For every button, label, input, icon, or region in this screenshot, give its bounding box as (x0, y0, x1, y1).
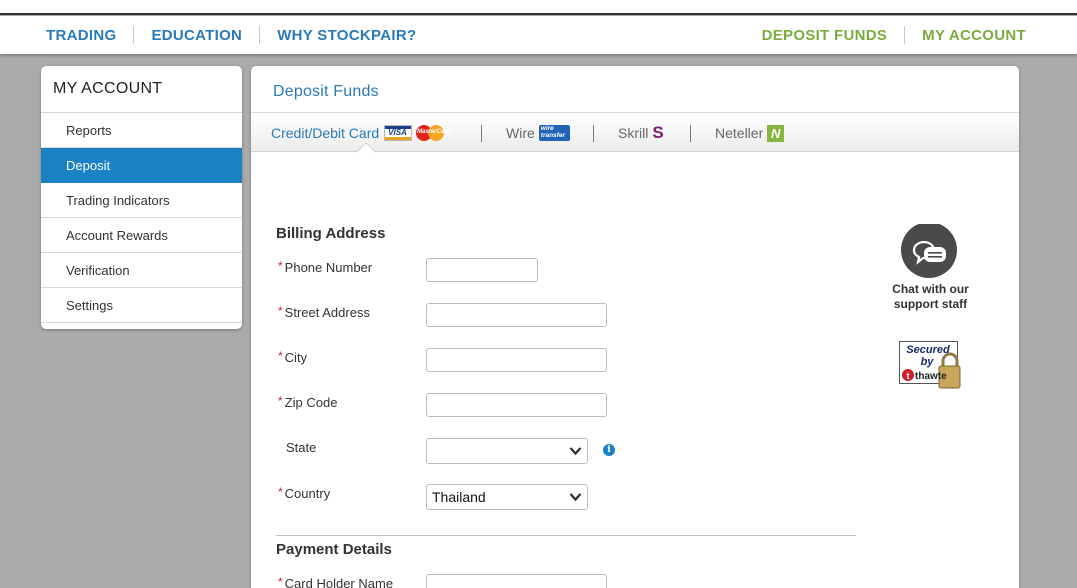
required-mark: * (278, 394, 283, 408)
sidebar-item-trading-indicators[interactable]: Trading Indicators (41, 183, 242, 218)
sidebar-item-settings[interactable]: Settings (41, 288, 242, 323)
chat-bubble-icon[interactable] (900, 224, 958, 278)
nav-trading[interactable]: TRADING (46, 27, 116, 44)
account-menu: DEPOSIT FUNDS MY ACCOUNT (762, 16, 1026, 54)
sidebar-item-account-rewards[interactable]: Account Rewards (41, 218, 242, 253)
sidebar-item-verification[interactable]: Verification (41, 253, 242, 288)
tab-neteller[interactable]: Neteller N (715, 113, 785, 153)
required-mark: * (278, 485, 283, 499)
chat-support-link[interactable]: Chat with our support staff (875, 282, 986, 312)
info-icon[interactable]: i (603, 444, 615, 456)
svg-text:by: by (921, 356, 935, 368)
tab-separator (593, 125, 594, 142)
account-sidebar: MY ACCOUNT Reports Deposit Trading Indic… (41, 66, 242, 329)
street-address-label: * Street Address (278, 304, 370, 320)
card-holder-name-label: * Card Holder Name (278, 575, 394, 588)
nav-education[interactable]: EDUCATION (151, 27, 242, 44)
state-select[interactable] (426, 438, 588, 464)
wire-transfer-icon: wire transfer (538, 125, 570, 141)
chevron-down-icon (569, 493, 582, 502)
tab-wire[interactable]: Wire wire transfer (506, 113, 570, 153)
mastercard-icon: MasterCard (415, 125, 450, 141)
nav-my-account[interactable]: MY ACCOUNT (922, 27, 1026, 44)
tab-label: Neteller (715, 125, 764, 141)
nav-separator (259, 26, 261, 44)
required-mark: * (278, 349, 283, 363)
sidebar-item-deposit[interactable]: Deposit (41, 148, 242, 183)
phone-number-label: * Phone Number (278, 259, 373, 275)
nav-separator (904, 26, 906, 44)
neteller-icon: N (767, 124, 785, 142)
top-navigation: TRADING EDUCATION WHY STOCKPAIR? DEPOSIT… (0, 16, 1077, 54)
card-holder-name-input[interactable] (426, 574, 607, 588)
tab-separator (690, 125, 691, 142)
nav-why-stockpair[interactable]: WHY STOCKPAIR? (277, 27, 416, 44)
svg-text:Secured: Secured (906, 344, 950, 356)
sidebar-item-reports[interactable]: Reports (41, 113, 242, 148)
payment-details-heading: Payment Details (276, 541, 392, 558)
top-strip (0, 0, 1077, 15)
tab-credit-debit-card[interactable]: Credit/Debit Card VISA MasterCard (271, 113, 450, 153)
nav-deposit-funds[interactable]: DEPOSIT FUNDS (762, 27, 888, 44)
country-select[interactable]: Thailand (426, 484, 588, 510)
tab-separator (481, 125, 482, 142)
main-menu: TRADING EDUCATION WHY STOCKPAIR? (46, 16, 416, 54)
svg-text:thawte: thawte (915, 371, 947, 382)
tab-label: Skrill (618, 125, 649, 141)
nav-separator (133, 26, 135, 44)
required-mark: * (278, 304, 283, 318)
sidebar-title: MY ACCOUNT (41, 66, 242, 113)
skrill-icon: S (652, 123, 664, 142)
tab-skrill[interactable]: Skrill S (618, 113, 664, 153)
page-title: Deposit Funds (273, 83, 379, 100)
chevron-down-icon (569, 447, 582, 456)
billing-address-heading: Billing Address (276, 225, 386, 242)
street-address-input[interactable] (426, 303, 607, 327)
tab-label: Wire (506, 125, 535, 141)
section-divider (276, 535, 856, 536)
svg-text:t: t (907, 371, 910, 381)
tab-label: Credit/Debit Card (271, 125, 380, 141)
country-label: * Country (278, 485, 331, 501)
required-mark: * (278, 575, 283, 588)
city-label: * City (278, 349, 308, 365)
required-mark: * (278, 259, 283, 273)
zip-code-label: * Zip Code (278, 394, 338, 410)
thawte-secured-seal-icon: Secured by t thawte (899, 341, 961, 389)
state-label: State (286, 440, 317, 455)
deposit-panel: Deposit Funds Credit/Debit Card VISA Mas… (251, 66, 1019, 588)
zip-code-input[interactable] (426, 393, 607, 417)
country-selected-value: Thailand (432, 489, 486, 505)
phone-number-input[interactable] (426, 258, 538, 282)
city-input[interactable] (426, 348, 607, 372)
visa-icon: VISA (384, 125, 413, 141)
